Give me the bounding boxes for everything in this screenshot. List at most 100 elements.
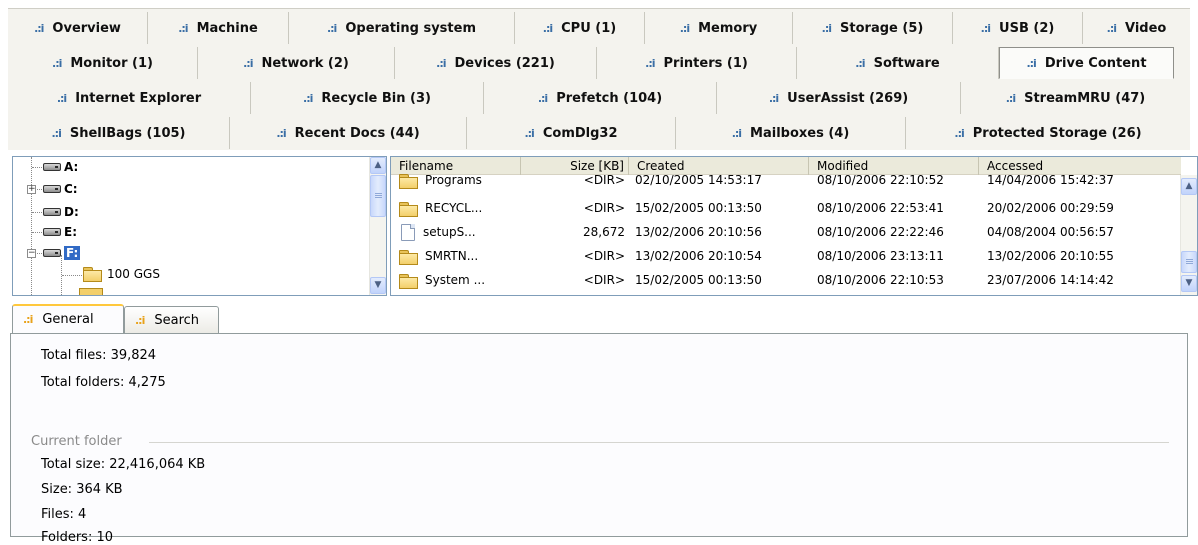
tab-protected-storage[interactable]: .:i Protected Storage (26) [906,117,1190,149]
bar-chart-icon: .:i [52,56,62,70]
tab-software[interactable]: .:i Software [797,47,999,79]
tree-item-d[interactable]: D: [43,203,79,221]
total-files-text: Total files: 39,824 [41,348,157,363]
tree-connector [62,275,82,276]
scroll-down-button[interactable]: ▼ [1181,275,1197,292]
bar-chart-icon: .:i [1026,56,1036,70]
folder-icon [83,267,102,282]
group-divider [149,442,1169,443]
tab-overview[interactable]: .:i Overview [8,12,148,44]
folder-icon [399,273,418,289]
tab-recent-docs[interactable]: .:i Recent Docs (44) [230,117,467,149]
tab-streammru[interactable]: .:i StreamMRU (47) [961,82,1190,114]
bar-chart-icon: .:i [980,21,991,35]
tree-item-e[interactable]: E: [43,223,77,241]
bar-chart-icon: .:i [34,21,44,35]
tab-comdlg32[interactable]: .:i ComDlg32 [467,117,676,149]
main-tab-strip: .:i Overview .:i Machine .:i Operating syst… [8,8,1190,150]
tab-row-4: .:i ShellBags (105) .:i Recent Docs (44) .… [8,117,1190,151]
tree-connector [32,167,42,168]
bar-chart-icon: .:i [679,21,690,35]
general-panel: Total files: 39,824 Total folders: 4,275… [10,333,1188,545]
bar-chart-icon: .:i [524,126,534,140]
tab-operating-system[interactable]: .:i Operating system [289,12,515,44]
tab-userassist[interactable]: .:i UserAssist (269) [717,82,961,114]
bar-chart-icon: .:i [23,313,33,326]
tab-network[interactable]: .:i Network (2) [198,47,395,79]
file-list-scrollbar[interactable]: ▲ ▼ [1180,175,1197,295]
bar-chart-icon: .:i [731,126,742,140]
expand-c-button[interactable]: + [27,185,36,194]
bar-chart-icon: .:i [542,21,553,35]
table-row[interactable]: SMRTN... <DIR> 13/02/2006 20:10:54 08/10… [391,244,1181,269]
tab-video[interactable]: .:i Video [1083,12,1190,44]
bar-chart-icon: .:i [954,126,964,140]
scroll-thumb[interactable] [370,175,386,217]
table-row[interactable]: setupS... 28,672 13/02/2006 20:10:56 08/… [391,220,1181,245]
total-folders-text: Total folders: 4,275 [41,375,166,390]
bar-chart-icon: .:i [303,91,313,105]
scroll-thumb[interactable] [1181,251,1197,273]
bar-chart-icon: .:i [645,56,655,70]
tree-connector [32,232,42,233]
bar-chart-icon: .:i [178,21,188,35]
tree-connector [37,253,42,254]
tab-usb[interactable]: .:i USB (2) [953,12,1083,44]
tab-memory[interactable]: .:i Memory [645,12,793,44]
table-row[interactable]: RECYCL... <DIR> 15/02/2005 00:13:50 08/1… [391,196,1181,221]
scroll-up-button[interactable]: ▲ [370,157,386,174]
scroll-down-button[interactable]: ▼ [370,277,386,294]
folders-text: Folders: 10 [41,530,114,545]
tree-item-a[interactable]: A: [43,158,78,176]
tab-row-1: .:i Overview .:i Machine .:i Operating syst… [8,12,1190,46]
details-panel: .:i General .:i Search Total files: 39,824… [0,304,1198,545]
drive-icon [43,249,61,257]
tree-connector [37,189,42,190]
table-row[interactable]: Programs <DIR> 02/10/2005 14:53:17 08/10… [391,173,1181,193]
size-text: Size: 364 KB [41,482,123,497]
tab-machine[interactable]: .:i Machine [148,12,289,44]
tab-prefetch[interactable]: .:i Prefetch (104) [484,82,717,114]
tab-general[interactable]: .:i General [12,304,124,333]
scroll-up-button[interactable]: ▲ [1181,178,1197,195]
drive-icon [43,228,61,236]
bar-chart-icon: .:i [326,21,337,35]
tree-item-100-ggs[interactable]: 100 GGS [83,265,160,283]
drive-tree[interactable]: A: + C: D: E: − F: 100 GGS ▲ ▼ [12,156,387,296]
tab-storage[interactable]: .:i Storage (5) [793,12,953,44]
folder-icon [399,249,418,265]
bar-chart-icon: .:i [243,56,253,70]
file-list[interactable]: Filename Size [KB] Created Modified Acce… [390,156,1198,296]
tab-monitor[interactable]: .:i Monitor (1) [8,47,198,79]
drive-icon [43,208,61,216]
bar-chart-icon: .:i [436,56,446,70]
tab-cpu[interactable]: .:i CPU (1) [515,12,645,44]
bar-chart-icon: .:i [56,91,67,105]
drive-icon [43,185,61,193]
tree-scrollbar[interactable]: ▲ ▼ [369,157,386,295]
tab-mailboxes[interactable]: .:i Mailboxes (4) [676,117,906,149]
folder-icon [79,288,103,295]
tab-printers[interactable]: .:i Printers (1) [597,47,797,79]
drive-icon [43,163,61,171]
bar-chart-icon: .:i [537,91,548,105]
tab-shellbags[interactable]: .:i ShellBags (105) [8,117,230,149]
tab-search[interactable]: .:i Search [124,306,219,333]
tab-devices[interactable]: .:i Devices (221) [395,47,597,79]
application-window: .:i Overview .:i Machine .:i Operating syst… [0,0,1198,545]
tree-connector [32,212,42,213]
tab-drive-content[interactable]: .:i Drive Content [999,47,1174,79]
table-row[interactable]: System ... <DIR> 15/02/2005 00:13:50 08/… [391,268,1181,293]
total-size-text: Total size: 22,416,064 KB [41,457,206,472]
bar-chart-icon: .:i [855,56,865,70]
tab-recycle-bin[interactable]: .:i Recycle Bin (3) [251,82,484,114]
tree-item-c[interactable]: C: [43,180,78,198]
tab-row-2: .:i Monitor (1) .:i Network (2) .:i Devices… [8,47,1190,81]
folder-icon [399,201,418,217]
tab-internet-explorer[interactable]: .:i Internet Explorer [8,82,251,114]
file-icon [401,224,415,241]
tab-row-3: .:i Internet Explorer .:i Recycle Bin (3) … [8,82,1190,116]
collapse-f-button[interactable]: − [27,249,36,258]
bar-chart-icon: .:i [821,21,832,35]
bar-chart-icon: .:i [51,126,62,140]
